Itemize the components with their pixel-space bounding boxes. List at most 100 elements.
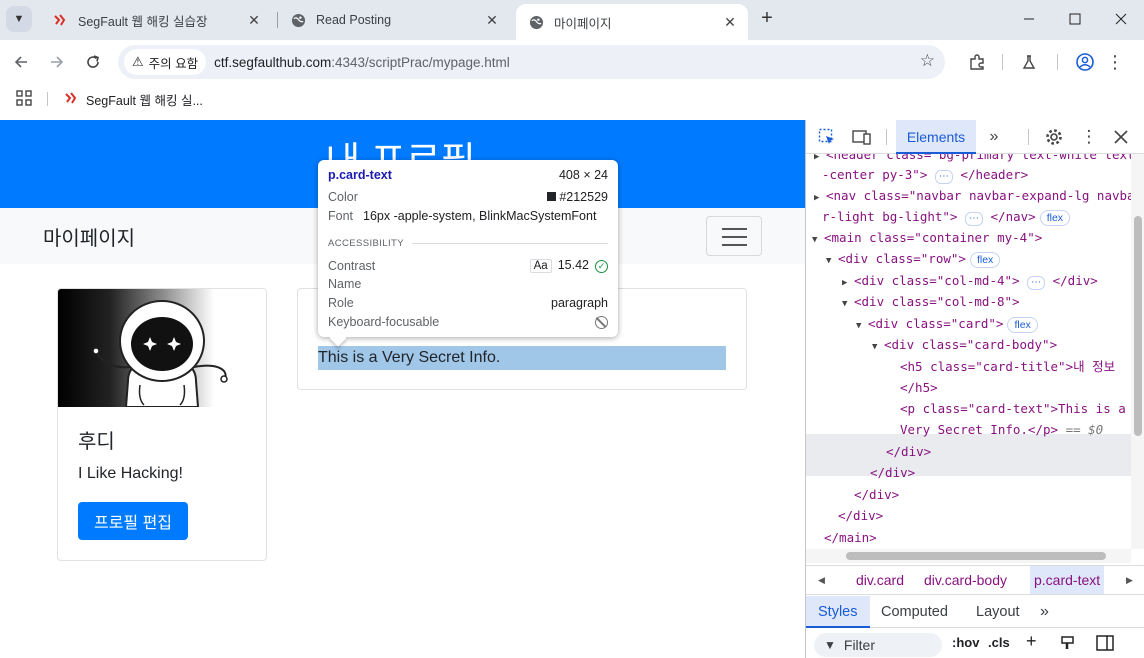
maximize-button[interactable] — [1064, 8, 1086, 30]
styles-filter-input[interactable]: ▼ Filter — [814, 633, 942, 657]
inspect-element-button[interactable] — [817, 127, 837, 147]
tab-mypage[interactable]: 마이페이지 ✕ — [516, 4, 748, 40]
dom-node[interactable]: </div> — [870, 462, 915, 483]
close-icon — [1115, 13, 1127, 25]
more-tabs-button[interactable]: » — [984, 127, 1004, 147]
tab-styles[interactable]: Styles — [806, 596, 870, 628]
reload-button[interactable] — [81, 50, 105, 74]
dom-node[interactable]: ▶ <nav class="navbar navbar-expand-lg nav… — [814, 185, 1131, 206]
address-bar[interactable]: ⚠ 주의 요함 ctf.segfaulthub.com:4343/scriptP… — [118, 45, 945, 79]
toolbar-separator — [1057, 54, 1058, 70]
collapsed-badge[interactable]: ⋯ — [934, 170, 953, 184]
chevron-double-right-icon: » — [989, 128, 999, 145]
selected-node-highlight — [806, 434, 1131, 476]
breadcrumb-item[interactable]: div.card-body — [920, 566, 1011, 594]
devtools-separator — [1028, 129, 1029, 145]
dom-node[interactable]: </div> — [854, 484, 899, 505]
tooltip-size: 408 × 24 — [558, 168, 608, 182]
class-toggle-button[interactable]: .cls — [988, 635, 1010, 650]
dom-node[interactable]: ▼ <div class="row"> flex — [826, 248, 1001, 269]
minimize-button[interactable] — [1018, 8, 1040, 30]
settings-button[interactable] — [1044, 127, 1064, 147]
extensions-button[interactable] — [965, 50, 989, 74]
back-button[interactable] — [9, 50, 33, 74]
tab-elements[interactable]: Elements — [896, 120, 976, 154]
scroll-thumb[interactable] — [846, 552, 1106, 560]
dom-node[interactable]: </h5> — [900, 377, 938, 398]
tab-computed[interactable]: Computed — [869, 596, 960, 628]
collapsed-badge[interactable]: ⋯ — [1027, 276, 1046, 290]
bookmark-segfault[interactable]: SegFault 웹 해킹 실... — [64, 90, 203, 109]
dom-node[interactable]: ▼ <div class="col-md-8"> — [842, 291, 1020, 312]
hover-state-button[interactable]: :hov — [952, 635, 979, 650]
dom-node[interactable]: <h5 class="card-title">내 정보 — [900, 356, 1115, 377]
card-text: This is a Very Secret Info. — [318, 346, 726, 370]
close-icon[interactable]: ✕ — [722, 14, 738, 30]
dom-node[interactable]: ▼ <main class="container my-4"> — [812, 227, 1042, 248]
labs-button[interactable] — [1017, 50, 1041, 74]
close-icon[interactable]: ✕ — [484, 12, 500, 28]
dom-node[interactable]: r-light bg-light"> ⋯ </nav> flex — [822, 206, 1071, 227]
tab-search-button[interactable]: ▼ — [6, 6, 32, 32]
forward-button[interactable] — [45, 50, 69, 74]
breadcrumb: ◀ div.card div.card-body p.card-text ▶ — [806, 565, 1144, 595]
dom-node-selected[interactable]: Very Secret Info.</p> == $0 — [900, 419, 1103, 440]
device-toolbar-button[interactable] — [852, 127, 872, 147]
navbar-brand[interactable]: 마이페이지 — [43, 222, 135, 251]
tooltip-font-label: Font — [328, 209, 354, 223]
close-devtools-button[interactable] — [1111, 127, 1131, 147]
dom-node[interactable]: ▼ <div class="card-body"> — [872, 334, 1057, 355]
tooltip-keyboard-label: Keyboard-focusable — [328, 315, 440, 329]
url-path: :4343/scriptPrac/mypage.html — [331, 54, 510, 70]
security-chip[interactable]: ⚠ 주의 요함 — [124, 49, 207, 75]
bookmark-star-icon[interactable]: ☆ — [920, 51, 935, 71]
profile-button[interactable] — [1073, 50, 1097, 74]
flex-badge[interactable]: flex — [1039, 210, 1071, 226]
devtools-menu-button[interactable]: ⋮ — [1079, 127, 1099, 147]
chevron-left-icon[interactable]: ◀ — [818, 566, 825, 594]
tab-segfault[interactable]: SegFault 웹 해킹 실습장 ✕ — [40, 6, 272, 34]
edit-profile-button[interactable]: 프로필 편집 — [78, 502, 188, 540]
scroll-thumb[interactable] — [1134, 216, 1142, 436]
plus-icon: + — [1026, 631, 1037, 651]
dom-vertical-scrollbar[interactable] — [1131, 154, 1144, 549]
flex-badge[interactable]: flex — [1007, 317, 1038, 333]
collapsed-badge[interactable]: ⋯ — [965, 212, 983, 226]
menu-button[interactable]: ⋮ — [1103, 50, 1127, 74]
tab-read-posting[interactable]: Read Posting ✕ — [278, 6, 510, 34]
add-rule-button[interactable]: + — [1026, 631, 1037, 652]
bookmark-label: SegFault 웹 해킹 실... — [86, 94, 203, 108]
more-style-tabs-button[interactable]: » — [1028, 596, 1061, 628]
dom-node[interactable]: </div> — [886, 441, 931, 462]
tab-elements-label: Elements — [906, 129, 966, 145]
flex-badge[interactable]: flex — [969, 252, 1001, 268]
reload-icon — [87, 55, 99, 68]
tooltip-selector: p.card-text — [328, 168, 392, 182]
toggle-sidebar-button[interactable] — [1096, 635, 1114, 654]
dom-node-selected[interactable]: <p class="card-text">This is a — [900, 398, 1126, 419]
dom-node[interactable]: ▶ <div class="col-md-4"> ⋯ </div> — [842, 270, 1098, 291]
chevron-right-icon[interactable]: ▶ — [1126, 566, 1133, 594]
profile-name: 후디 — [78, 431, 115, 453]
color-hex: #212529 — [559, 190, 608, 204]
breadcrumb-item-active[interactable]: p.card-text — [1030, 566, 1105, 594]
dom-node[interactable]: </main> — [824, 527, 877, 548]
close-window-button[interactable] — [1110, 8, 1132, 30]
account-icon — [1076, 53, 1094, 71]
navbar-toggler-button[interactable] — [706, 216, 762, 256]
breadcrumb-item[interactable]: div.card — [852, 566, 908, 594]
new-tab-button[interactable]: + — [757, 8, 777, 29]
sidebar-icon — [1096, 635, 1114, 651]
tab-layout[interactable]: Layout — [964, 596, 1032, 628]
close-icon[interactable]: ✕ — [246, 12, 262, 28]
color-format-button[interactable] — [1060, 635, 1076, 654]
url-text[interactable]: ctf.segfaulthub.com:4343/scriptPrac/mypa… — [214, 55, 510, 70]
apps-grid-icon[interactable] — [16, 90, 34, 108]
dom-node[interactable]: ▼ <div class="card"> flex — [856, 313, 1038, 334]
tooltip-section-heading: ACCESSIBILITY — [328, 238, 608, 249]
arrow-right-icon — [51, 56, 64, 68]
dom-node[interactable]: -center py-3"> ⋯ </header> — [822, 164, 1028, 185]
paint-brush-icon — [1061, 636, 1074, 649]
dom-node[interactable]: </div> — [838, 505, 883, 526]
dom-horizontal-scrollbar[interactable] — [806, 549, 1131, 563]
